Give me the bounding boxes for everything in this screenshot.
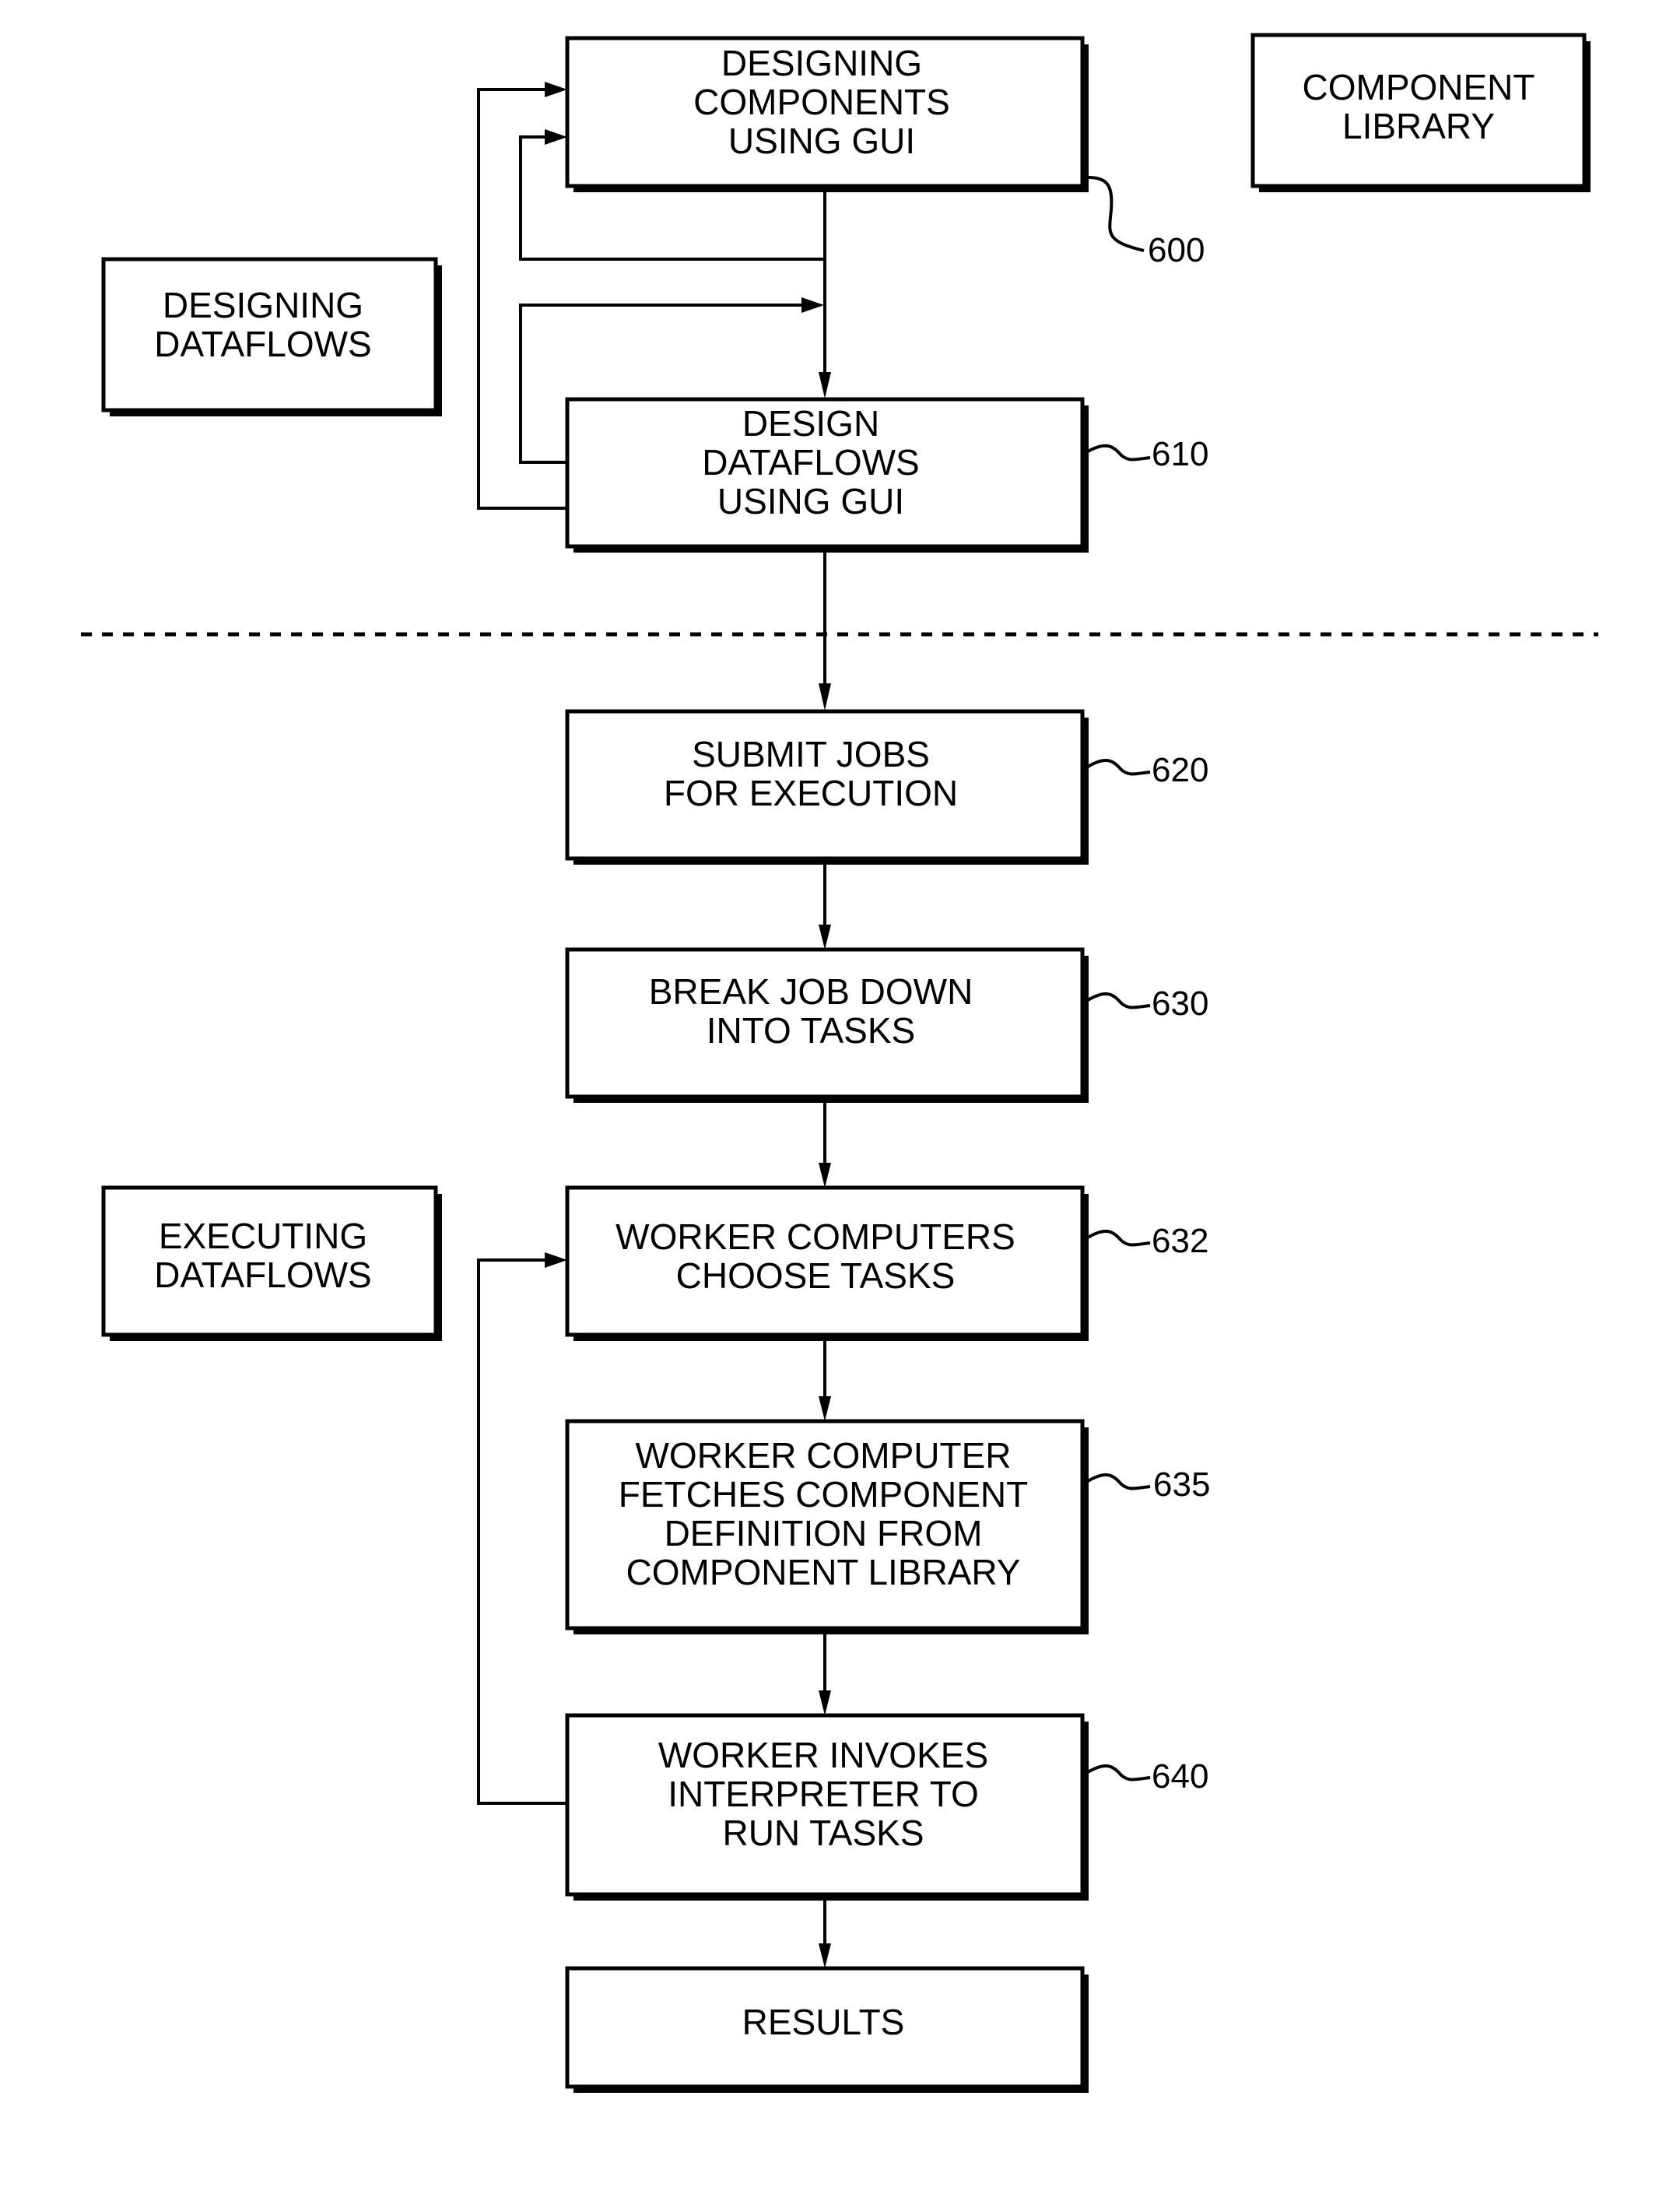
feedback-loop-execution xyxy=(477,1252,567,1805)
step-text: DATAFLOWS xyxy=(702,442,919,483)
ref-leader-600 xyxy=(1087,176,1145,252)
label-line: LIBRARY xyxy=(1342,106,1495,146)
ref-number-630: 630 xyxy=(1152,985,1208,1023)
step-text: WORKER COMPUTERS xyxy=(616,1216,1015,1257)
step-text: INTO TASKS xyxy=(707,1010,915,1051)
designing-dataflows-label-box: DESIGNING DATAFLOWS xyxy=(101,257,442,416)
arrow-down-icon xyxy=(819,1943,831,1968)
step-text: DESIGN xyxy=(742,403,879,444)
executing-dataflows-label-box: EXECUTING DATAFLOWS xyxy=(101,1185,442,1341)
results-box: RESULTS xyxy=(565,1966,1089,2093)
arrow-down-icon xyxy=(819,1396,831,1421)
step-635-fetch-component-definition: WORKER COMPUTER FETCHES COMPONENT DEFINI… xyxy=(565,1419,1089,1634)
ref-leader-610 xyxy=(1087,444,1151,462)
arrow-down-icon xyxy=(819,683,831,711)
step-632-worker-computers-choose-tasks: WORKER COMPUTERS CHOOSE TASKS xyxy=(565,1185,1089,1341)
step-text: RUN TASKS xyxy=(722,1813,924,1853)
step-600-designing-components: DESIGNING COMPONENTS USING GUI xyxy=(565,36,1089,192)
ref-number-600: 600 xyxy=(1148,231,1205,269)
component-library-box: COMPONENT LIBRARY xyxy=(1250,33,1591,192)
flowchart-diagram: DESIGNING DATAFLOWS COMPONENT LIBRARY EX… xyxy=(81,33,1598,2093)
step-630-break-job-down: BREAK JOB DOWN INTO TASKS xyxy=(565,947,1089,1103)
ref-number-620: 620 xyxy=(1152,751,1208,789)
step-text: BREAK JOB DOWN xyxy=(649,971,973,1012)
ref-leader-640 xyxy=(1086,1764,1151,1782)
label-line: COMPONENT xyxy=(1303,67,1535,107)
arrow-down-icon xyxy=(819,1690,831,1715)
step-text: FOR EXECUTION xyxy=(664,773,958,813)
ref-leader-635 xyxy=(1086,1473,1151,1490)
step-620-submit-jobs: SUBMIT JOBS FOR EXECUTION xyxy=(565,709,1089,865)
step-text: RESULTS xyxy=(742,2002,905,2042)
step-text: CHOOSE TASKS xyxy=(676,1255,956,1296)
step-text: COMPONENTS xyxy=(693,82,950,122)
ref-number-640: 640 xyxy=(1152,1757,1208,1796)
step-text: INTERPRETER TO xyxy=(668,1774,979,1814)
label-line: DATAFLOWS xyxy=(154,1255,371,1295)
step-text: WORKER INVOKES xyxy=(658,1735,988,1775)
ref-number-632: 632 xyxy=(1152,1222,1208,1260)
step-text: DEFINITION FROM xyxy=(665,1513,983,1553)
label-line: DESIGNING xyxy=(163,285,363,325)
ref-leader-620 xyxy=(1086,759,1151,776)
ref-number-610: 610 xyxy=(1152,435,1208,473)
step-610-design-dataflows: DESIGN DATAFLOWS USING GUI xyxy=(565,397,1089,553)
step-text: USING GUI xyxy=(717,481,904,521)
step-text: SUBMIT JOBS xyxy=(692,734,930,774)
step-text: FETCHES COMPONENT xyxy=(619,1474,1028,1515)
arrow-down-icon xyxy=(819,1163,831,1188)
ref-leader-632 xyxy=(1086,1230,1151,1247)
ref-number-635: 635 xyxy=(1153,1466,1210,1504)
step-text: WORKER COMPUTER xyxy=(636,1435,1012,1476)
label-line: DATAFLOWS xyxy=(154,324,371,364)
step-640-worker-invokes-interpreter: WORKER INVOKES INTERPRETER TO RUN TASKS xyxy=(565,1713,1089,1901)
label-line: EXECUTING xyxy=(159,1216,367,1256)
step-text: DESIGNING xyxy=(721,43,922,83)
ref-leader-630 xyxy=(1086,992,1151,1009)
arrow-down-icon xyxy=(819,925,831,950)
step-text: COMPONENT LIBRARY xyxy=(626,1552,1021,1592)
step-text: USING GUI xyxy=(728,121,915,161)
